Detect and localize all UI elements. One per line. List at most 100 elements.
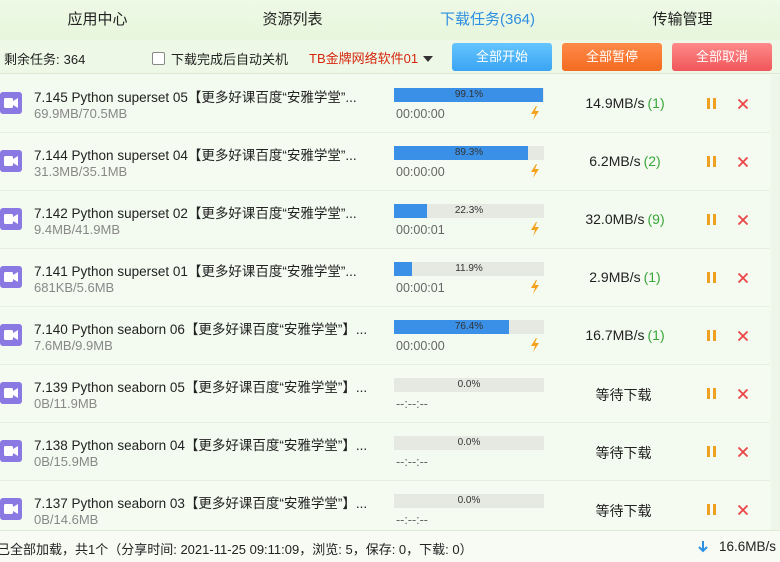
tab-transfer-manage[interactable]: 传输管理 — [585, 0, 780, 40]
task-row[interactable]: 7.142 Python superset 02【更多好课百度“安雅学堂”...… — [0, 191, 770, 249]
task-row[interactable]: 7.138 Python seaborn 04【更多好课百度“安雅学堂”】...… — [0, 423, 770, 481]
task-name: 7.145 Python superset 05【更多好课百度“安雅学堂”... — [34, 90, 357, 105]
progress-text: 11.9% — [455, 263, 483, 274]
source-select[interactable]: TB金牌网络软件01 — [300, 44, 440, 70]
task-size: 9.4MB/41.9MB — [34, 222, 120, 237]
close-icon[interactable] — [736, 387, 750, 401]
task-row[interactable]: 7.140 Python seaborn 06【更多好课百度“安雅学堂”】...… — [0, 307, 770, 365]
download-arrow-icon — [698, 541, 708, 553]
close-icon[interactable] — [736, 329, 750, 343]
task-row[interactable]: 7.144 Python superset 04【更多好课百度“安雅学堂”...… — [0, 133, 770, 191]
source-select-value: TB金牌网络软件01 — [309, 50, 419, 66]
speed-value: 等待下载 — [595, 503, 652, 519]
top-tabs: 应用中心 资源列表 下载任务(364) 传输管理 — [0, 0, 780, 40]
progress-text: 0.0% — [457, 437, 481, 448]
remaining-time: 00:00:00 — [396, 339, 445, 353]
status-text: 已全部加载，共1个（分享时间: 2021-11-25 09:11:09，浏览: … — [0, 542, 473, 557]
total-speed: 16.6MB/s — [719, 539, 777, 554]
lightning-icon — [531, 222, 539, 236]
lightning-icon — [531, 164, 539, 178]
task-size: 0B/15.9MB — [34, 454, 99, 469]
video-file-icon — [0, 324, 22, 346]
task-name: 7.142 Python superset 02【更多好课百度“安雅学堂”... — [34, 206, 357, 221]
connection-count: (2) — [643, 153, 661, 169]
task-speed: 2.9MB/s (1) — [560, 269, 690, 285]
task-name: 7.141 Python superset 01【更多好课百度“安雅学堂”... — [34, 264, 357, 279]
tab-download-tasks[interactable]: 下载任务(364) — [390, 0, 585, 40]
task-size: 31.3MB/35.1MB — [34, 164, 128, 179]
task-row[interactable]: 7.141 Python superset 01【更多好课百度“安雅学堂”...… — [0, 249, 770, 307]
progress-text: 89.3% — [454, 147, 484, 158]
remaining-time: --:--:-- — [396, 397, 428, 411]
close-icon[interactable] — [736, 213, 750, 227]
video-file-icon — [0, 440, 22, 462]
progress-text: 99.1% — [454, 89, 484, 100]
pause-icon[interactable] — [707, 272, 716, 283]
pause-icon[interactable] — [707, 388, 716, 399]
task-name: 7.144 Python superset 04【更多好课百度“安雅学堂”... — [34, 148, 357, 163]
speed-value: 6.2MB/s — [589, 153, 641, 169]
task-speed: 16.7MB/s (1) — [560, 327, 690, 343]
close-icon[interactable] — [736, 445, 750, 459]
remaining-time: 00:00:01 — [396, 281, 445, 295]
auto-shutdown-checkbox[interactable] — [152, 52, 165, 65]
speed-value: 2.9MB/s — [589, 269, 641, 285]
remaining-time: 00:00:01 — [396, 223, 445, 237]
pause-icon[interactable] — [707, 98, 716, 109]
close-icon[interactable] — [736, 271, 750, 285]
pause-all-button[interactable]: 全部暂停 — [562, 43, 662, 71]
pause-icon[interactable] — [707, 504, 716, 515]
task-speed: 14.9MB/s (1) — [560, 95, 690, 111]
caret-down-icon — [423, 56, 433, 62]
status-bar: 已全部加载，共1个（分享时间: 2021-11-25 09:11:09，浏览: … — [0, 530, 780, 562]
video-file-icon — [0, 150, 22, 172]
connection-count: (9) — [647, 211, 665, 227]
pause-icon[interactable] — [707, 156, 716, 167]
progress-bar: 89.3% — [394, 146, 544, 160]
video-file-icon — [0, 92, 22, 114]
remaining-time: --:--:-- — [396, 513, 428, 527]
scrollbar[interactable] — [771, 75, 780, 530]
pause-icon[interactable] — [707, 214, 716, 225]
video-file-icon — [0, 266, 22, 288]
task-row[interactable]: 7.139 Python seaborn 05【更多好课百度“安雅学堂”】...… — [0, 365, 770, 423]
lightning-icon — [531, 338, 539, 352]
task-name: 7.137 Python seaborn 03【更多好课百度“安雅学堂”】... — [34, 496, 368, 511]
lightning-icon — [531, 280, 539, 294]
progress-bar: 22.3% — [394, 204, 544, 218]
auto-shutdown-option[interactable]: 下载完成后自动关机 — [152, 49, 288, 68]
task-name: 7.140 Python seaborn 06【更多好课百度“安雅学堂”】... — [34, 322, 368, 337]
task-speed: 32.0MB/s (9) — [560, 211, 690, 227]
progress-bar: 0.0% — [394, 494, 544, 508]
toolbar: 剩余任务: 364 下载完成后自动关机 TB金牌网络软件01 全部开始 全部暂停 … — [0, 40, 780, 74]
speed-value: 32.0MB/s — [585, 211, 645, 227]
task-row[interactable]: 7.137 Python seaborn 03【更多好课百度“安雅学堂”】...… — [0, 481, 770, 530]
remaining-time: --:--:-- — [396, 455, 428, 469]
tab-app-center[interactable]: 应用中心 — [0, 0, 195, 40]
progress-bar: 76.4% — [394, 320, 544, 334]
pause-icon[interactable] — [707, 330, 716, 341]
remaining-time: 00:00:00 — [396, 165, 445, 179]
task-name: 7.139 Python seaborn 05【更多好课百度“安雅学堂”】... — [34, 380, 368, 395]
video-file-icon — [0, 208, 22, 230]
cancel-all-button[interactable]: 全部取消 — [672, 43, 772, 71]
speed-value: 14.9MB/s — [585, 95, 645, 111]
progress-bar: 99.1% — [394, 88, 544, 102]
task-row[interactable]: 7.145 Python superset 05【更多好课百度“安雅学堂”...… — [0, 75, 770, 133]
progress-bar: 0.0% — [394, 378, 544, 392]
progress-text: 76.4% — [454, 321, 484, 332]
close-icon[interactable] — [736, 155, 750, 169]
task-speed: 等待下载 — [560, 385, 690, 405]
task-size: 69.9MB/70.5MB — [34, 106, 128, 121]
pause-icon[interactable] — [707, 446, 716, 457]
remaining-time: 00:00:00 — [396, 107, 445, 121]
close-icon[interactable] — [736, 97, 750, 111]
lightning-icon — [531, 106, 539, 120]
tab-resource-list[interactable]: 资源列表 — [195, 0, 390, 40]
progress-text: 0.0% — [457, 495, 481, 506]
close-icon[interactable] — [736, 503, 750, 517]
start-all-button[interactable]: 全部开始 — [452, 43, 552, 71]
progress-text: 22.3% — [454, 205, 484, 216]
task-speed: 6.2MB/s (2) — [560, 153, 690, 169]
task-size: 7.6MB/9.9MB — [34, 338, 113, 353]
